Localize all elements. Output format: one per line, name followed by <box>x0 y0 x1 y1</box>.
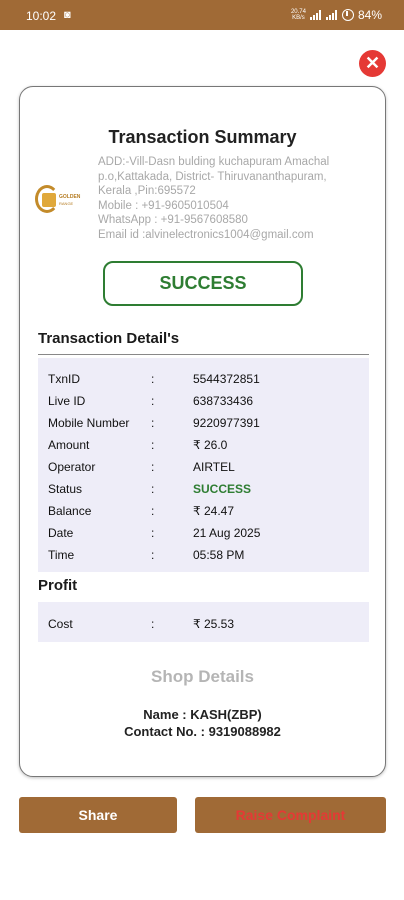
shop-name: Name : KASH(ZBP) <box>143 707 262 722</box>
detail-row-time: Time : 05:58 PM <box>48 548 245 562</box>
detail-row-status: Status : SUCCESS <box>48 482 252 496</box>
shop-contact: Contact No. : 9319088982 <box>124 724 281 739</box>
divider <box>38 354 369 355</box>
close-icon[interactable]: ✕ <box>359 50 386 77</box>
battery-level: 84% <box>357 8 382 22</box>
address-line: ADD:-Vill-Dasn bulding kuchapuram Amacha… <box>98 156 330 168</box>
address-line: p.o,Kattakada, District- Thiruvananthapu… <box>98 170 327 183</box>
profit-row-cost: Cost : ₹ 25.53 <box>48 617 234 631</box>
profit-heading: Profit <box>38 577 78 594</box>
card-title: Transaction Summary <box>108 127 297 147</box>
status-bar: 10:02 ◙ 20.74 KB/s 84% <box>0 0 404 30</box>
transaction-summary-card: Transaction Summary GOLDEN RANGE ADD:-Vi… <box>19 86 386 777</box>
share-button[interactable]: Share <box>19 797 177 833</box>
status-icons: 20.74 KB/s 84% <box>291 8 382 22</box>
status-badge: SUCCESS <box>103 261 303 306</box>
company-logo: GOLDEN RANGE <box>35 185 95 215</box>
detail-row-txnid: TxnID : 5544372851 <box>48 372 260 386</box>
transaction-details-panel: TxnID : 5544372851 Live ID : 638733436 M… <box>38 358 369 572</box>
signal-icon <box>309 10 322 20</box>
shop-address: ADD:-Vill-Dasn bulding kuchapuram Amacha… <box>98 155 384 243</box>
detail-row-amount: Amount : ₹ 26.0 <box>48 438 228 452</box>
transaction-details-heading: Transaction Detail's <box>38 330 180 347</box>
detail-row-operator: Operator : AIRTEL <box>48 460 235 474</box>
detail-row-balance: Balance : ₹ 24.47 <box>48 504 234 518</box>
whatsapp-line: WhatsApp : +91-9567608580 <box>98 214 248 227</box>
email-line: Email id :alvinelectronics1004@gmail.com <box>98 228 314 241</box>
network-speed: 20.74 KB/s <box>290 9 306 21</box>
raise-complaint-button[interactable]: Raise Complaint <box>195 797 386 833</box>
battery-icon <box>341 9 354 21</box>
camera-icon: ◙ <box>64 9 71 21</box>
detail-row-live-id: Live ID : 638733436 <box>48 394 254 408</box>
detail-row-date: Date : 21 Aug 2025 <box>48 526 261 540</box>
signal-icon-2 <box>325 10 338 20</box>
profit-panel: Cost : ₹ 25.53 <box>38 602 369 642</box>
detail-row-mobile: Mobile Number : 9220977391 <box>48 416 260 430</box>
clock: 10:02 <box>26 9 57 23</box>
address-line: Kerala ,Pin:695572 <box>98 185 196 198</box>
shop-details-heading: Shop Details <box>151 667 254 686</box>
mobile-line: Mobile : +91-9605010504 <box>98 199 229 212</box>
